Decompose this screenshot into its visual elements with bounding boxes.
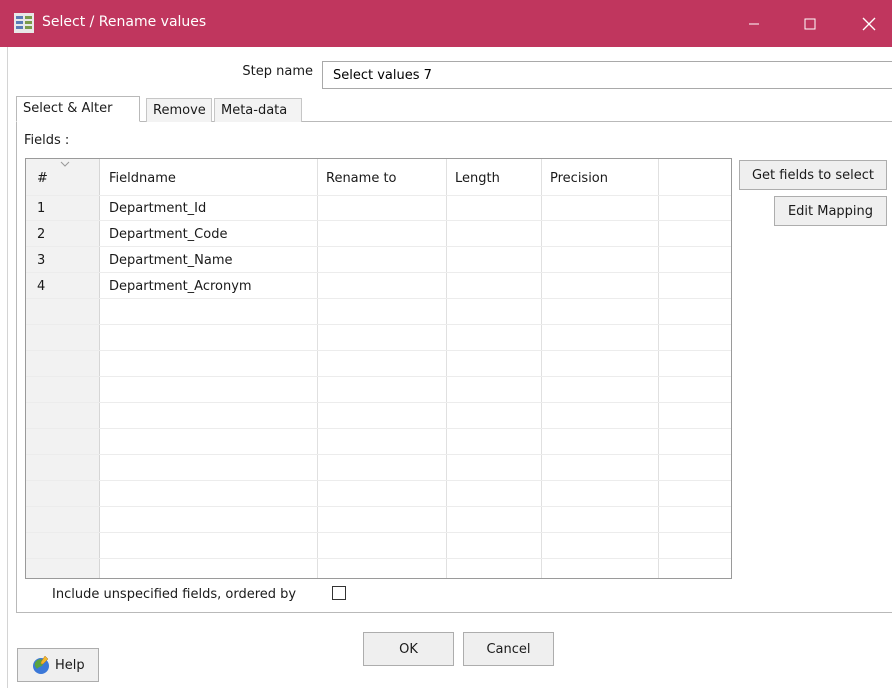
- row-divider: [26, 558, 731, 559]
- maximize-icon: [804, 18, 816, 29]
- column-divider: [541, 159, 542, 578]
- fieldname-cell[interactable]: Department_Acronym: [109, 279, 252, 294]
- window-title: Select / Rename values: [42, 14, 207, 30]
- app-icon: [14, 13, 34, 33]
- row-divider: [26, 298, 731, 299]
- fields-table[interactable]: # Fieldname Rename to Length Precision 1…: [25, 158, 732, 579]
- row-number-column: [26, 159, 100, 578]
- help-icon: [33, 655, 49, 674]
- row-divider: [26, 428, 731, 429]
- tab-meta-data[interactable]: Meta-data: [214, 98, 302, 122]
- close-button[interactable]: [846, 0, 892, 47]
- row-divider: [26, 246, 731, 247]
- fields-label: Fields :: [24, 133, 70, 148]
- row-divider: [26, 506, 731, 507]
- title-bar[interactable]: Select / Rename values: [0, 0, 892, 47]
- column-header-number[interactable]: #: [37, 171, 48, 186]
- sort-chevron-icon[interactable]: [60, 161, 70, 167]
- window-frame: [0, 47, 8, 688]
- row-divider: [26, 220, 731, 221]
- row-divider: [26, 454, 731, 455]
- minimize-icon: [749, 23, 759, 24]
- column-header-length[interactable]: Length: [455, 171, 500, 186]
- row-number: 4: [37, 279, 46, 294]
- maximize-button[interactable]: [787, 0, 833, 47]
- close-icon: [862, 17, 876, 30]
- include-unspecified-checkbox[interactable]: [332, 586, 346, 600]
- fieldname-cell[interactable]: Department_Code: [109, 227, 227, 242]
- row-divider: [26, 532, 731, 533]
- row-number: 1: [37, 201, 46, 216]
- row-number: 2: [37, 227, 46, 242]
- cancel-button[interactable]: Cancel: [463, 632, 554, 666]
- help-label: Help: [55, 657, 85, 673]
- tab-label: Remove: [153, 103, 206, 118]
- step-name-input[interactable]: [322, 61, 892, 89]
- header-divider: [26, 195, 731, 196]
- row-divider: [26, 376, 731, 377]
- row-divider: [26, 480, 731, 481]
- ok-button[interactable]: OK: [363, 632, 454, 666]
- column-divider: [658, 159, 659, 578]
- column-divider: [317, 159, 318, 578]
- help-button[interactable]: Help: [17, 648, 99, 682]
- minimize-button[interactable]: [731, 0, 777, 47]
- row-divider: [26, 272, 731, 273]
- edit-mapping-button[interactable]: Edit Mapping: [774, 196, 887, 226]
- row-number: 3: [37, 253, 46, 268]
- tab-remove[interactable]: Remove: [146, 98, 212, 122]
- row-divider: [26, 324, 731, 325]
- column-header-rename-to[interactable]: Rename to: [326, 171, 397, 186]
- tab-label: Meta-data: [221, 103, 288, 118]
- fieldname-cell[interactable]: Department_Name: [109, 253, 233, 268]
- include-unspecified-label: Include unspecified fields, ordered by: [52, 587, 297, 602]
- tab-label: Select & Alter: [23, 101, 113, 116]
- column-header-precision[interactable]: Precision: [550, 171, 608, 186]
- tab-select-alter[interactable]: Select & Alter: [16, 96, 140, 122]
- column-header-fieldname[interactable]: Fieldname: [109, 171, 176, 186]
- row-divider: [26, 350, 731, 351]
- get-fields-button[interactable]: Get fields to select: [739, 160, 887, 190]
- step-name-label: Step name: [242, 64, 313, 79]
- row-divider: [26, 402, 731, 403]
- fieldname-cell[interactable]: Department_Id: [109, 201, 206, 216]
- column-divider: [446, 159, 447, 578]
